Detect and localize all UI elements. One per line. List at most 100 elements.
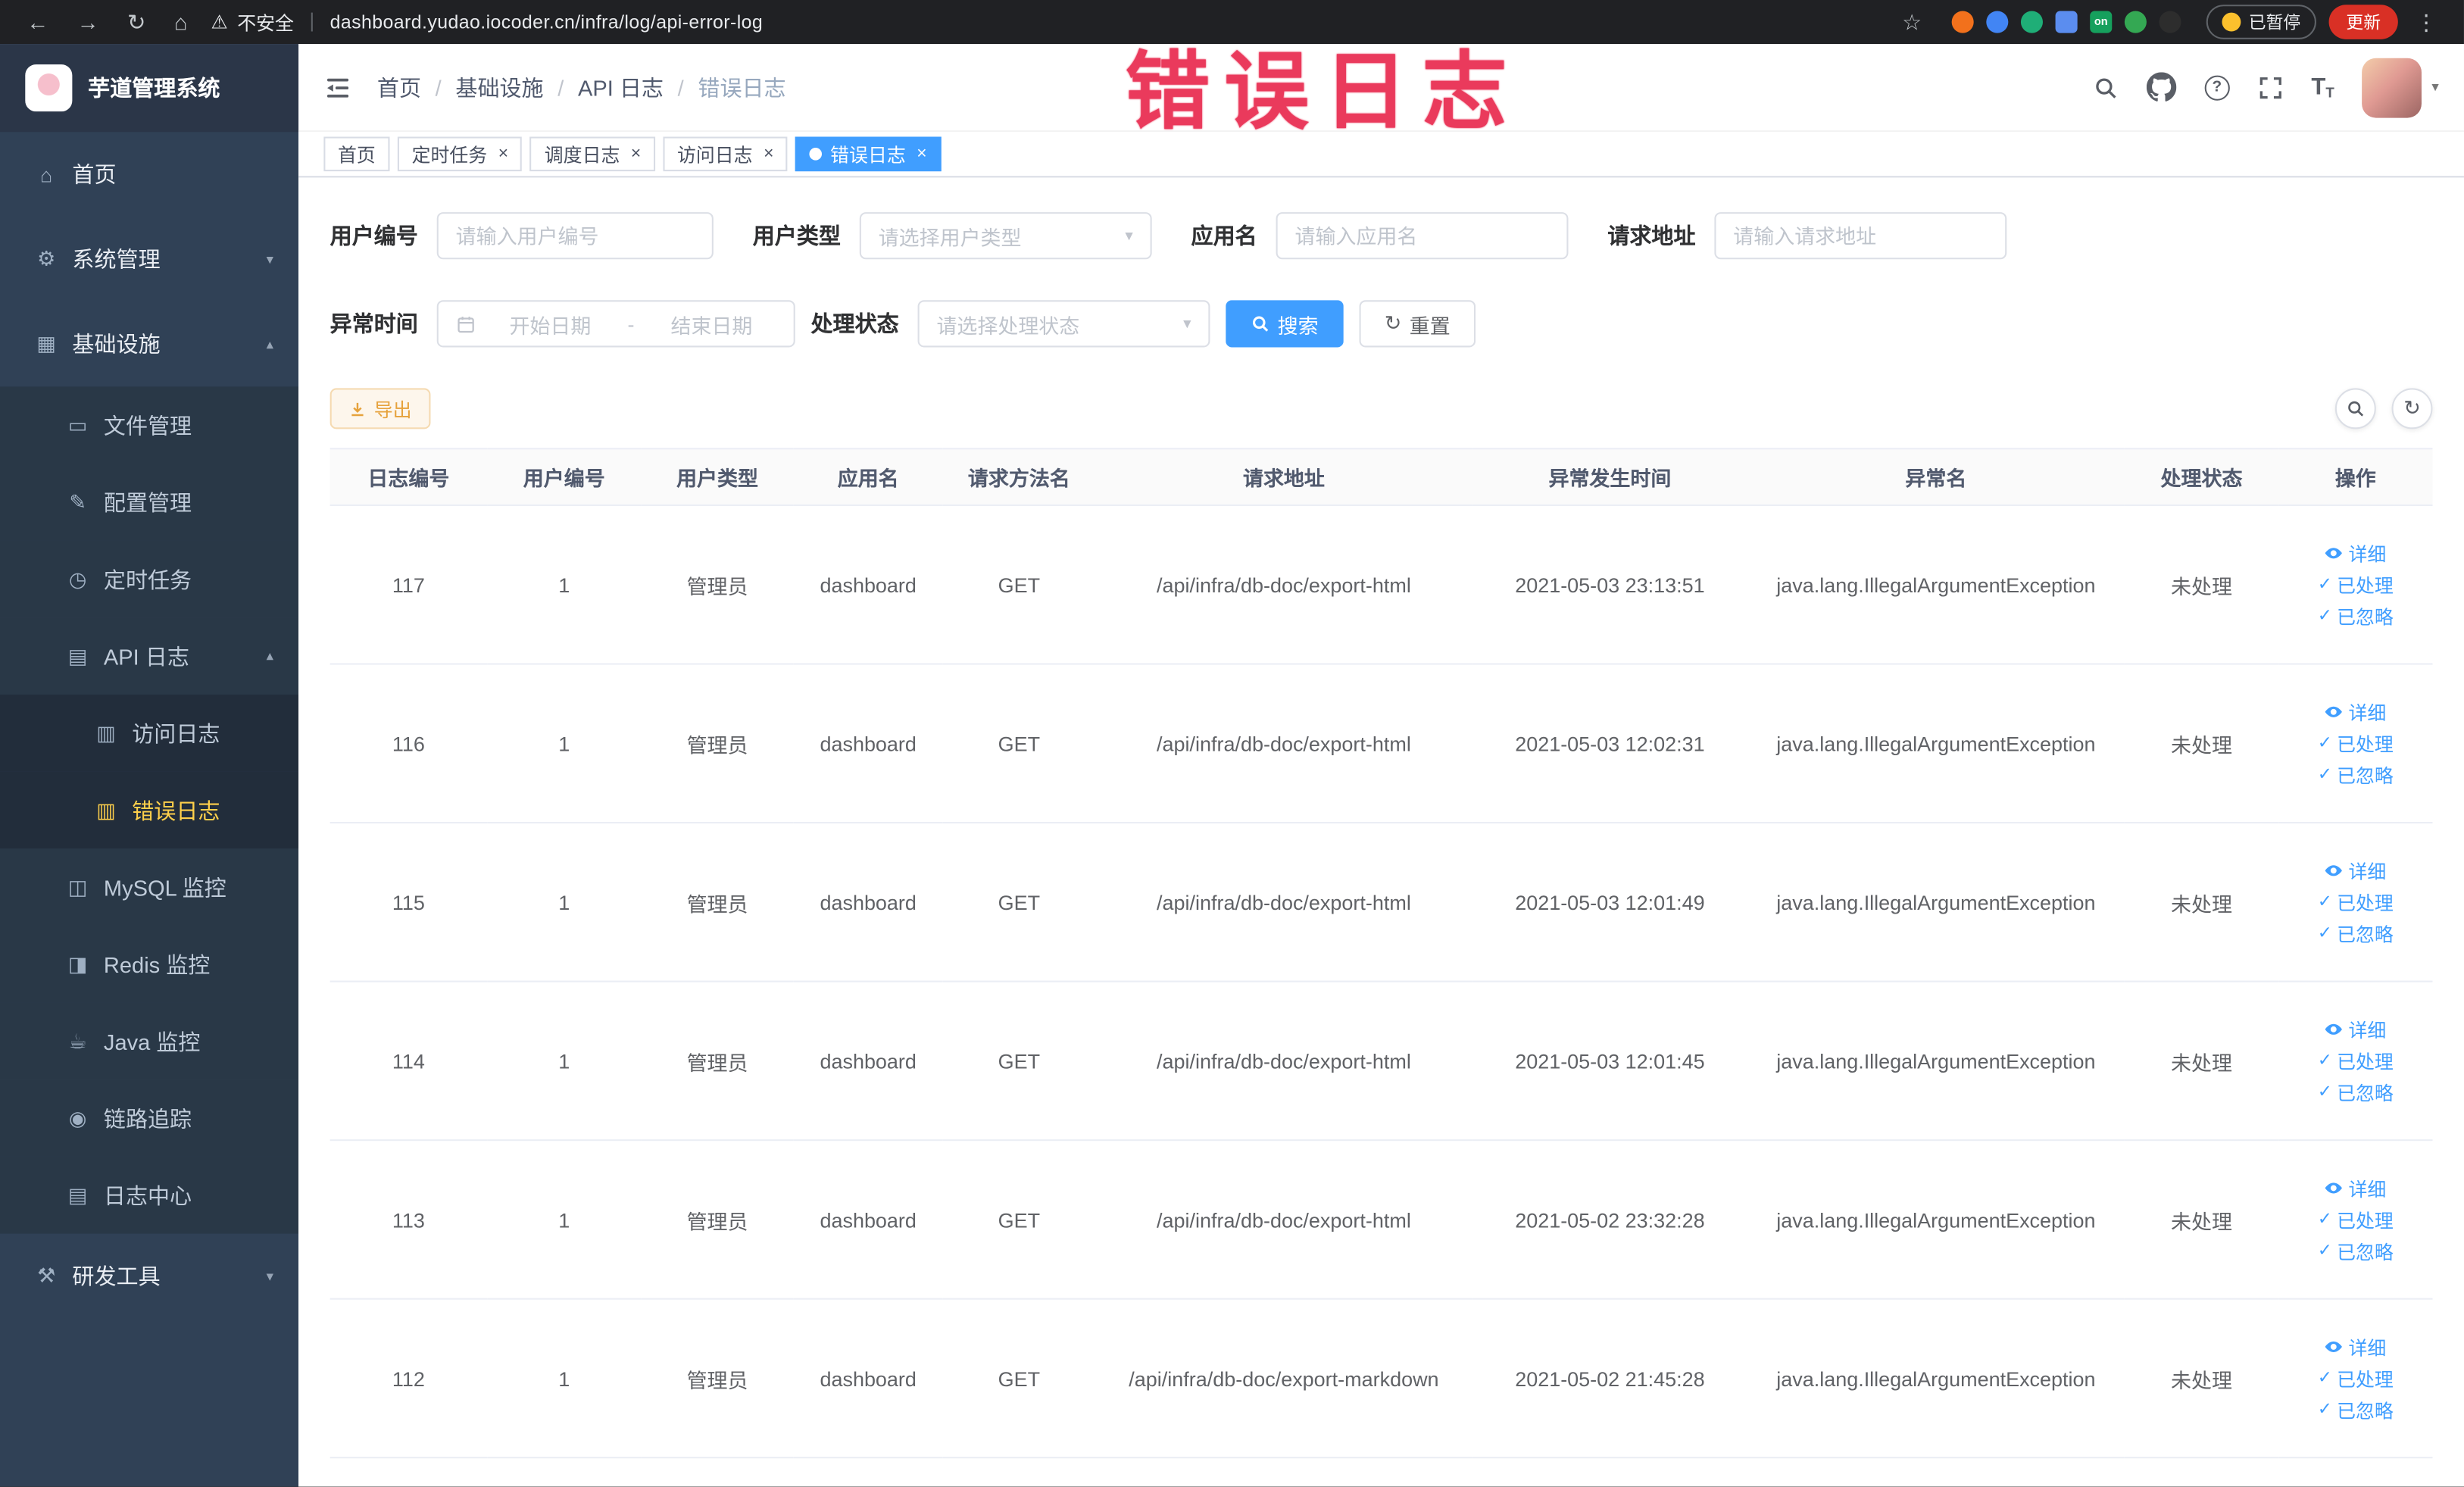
eye-icon — [2325, 1020, 2344, 1039]
sidebar-item-api-log[interactable]: ▤ API 日志 ▴ — [0, 617, 299, 695]
app-name-input[interactable] — [1276, 212, 1569, 260]
exception-time-range-picker[interactable]: 开始日期 - 结束日期 — [436, 300, 795, 348]
cell-status: 未处理 — [2124, 1298, 2279, 1459]
sidebar-item-devtools[interactable]: ⚒ 研发工具 ▾ — [0, 1234, 298, 1319]
user-id-input[interactable] — [436, 212, 714, 260]
breadcrumb-item-home[interactable]: 首页 — [377, 71, 421, 102]
action-ignored[interactable]: ✓ 已忽略 — [2318, 603, 2394, 629]
font-size-icon[interactable]: TT — [2311, 74, 2334, 101]
sidebar-item-job[interactable]: ◷ 定时任务 — [0, 540, 299, 618]
eye-icon — [2325, 861, 2344, 880]
sidebar-item-file[interactable]: ▭ 文件管理 — [0, 386, 299, 464]
redis-icon: ◨ — [67, 951, 88, 976]
search-button[interactable]: 搜索 — [1226, 300, 1344, 348]
action-ignored[interactable]: ✓ 已忽略 — [2318, 1079, 2394, 1105]
user-type-select[interactable]: 请选择用户类型 ▾ — [859, 212, 1152, 260]
sidebar-item-mysql[interactable]: ◫ MySQL 监控 — [0, 848, 299, 926]
extension-blue-grid-icon[interactable] — [2055, 11, 2078, 33]
tab-close-icon[interactable]: × — [631, 145, 641, 164]
reload-icon[interactable]: ↻ — [113, 0, 160, 44]
address-bar[interactable]: ⚠ 不安全 dashboard.yudao.iocoder.cn/infra/l… — [211, 8, 763, 35]
extension-green-on-icon[interactable]: on — [2090, 11, 2113, 33]
action-detail[interactable]: 详细 — [2325, 540, 2386, 567]
tab-close-icon[interactable]: × — [498, 145, 508, 164]
sidebar-toggle-icon[interactable] — [323, 73, 351, 101]
action-detail[interactable]: 详细 — [2325, 1016, 2386, 1042]
action-processed[interactable]: ✓ 已处理 — [2318, 1048, 2394, 1074]
sidebar-item-infrastructure[interactable]: ▦ 基础设施 ▴ — [0, 301, 298, 386]
extension-teal-sync-icon[interactable] — [2020, 11, 2043, 33]
cell-status: 未处理 — [2124, 1140, 2279, 1300]
tab-close-icon[interactable]: × — [764, 145, 773, 164]
browser-home-icon[interactable]: ⌂ — [160, 0, 201, 44]
extension-orange-icon[interactable] — [1951, 11, 1974, 33]
column-header: 处理状态 — [2124, 448, 2279, 507]
avatar-dropdown[interactable]: ▾ — [2363, 57, 2439, 117]
action-detail[interactable]: 详细 — [2325, 858, 2386, 884]
kebab-menu-icon[interactable]: ⋮ — [2401, 0, 2451, 44]
action-processed[interactable]: ✓ 已处理 — [2318, 730, 2394, 757]
sidebar-item-error-log[interactable]: ▥ 错误日志 — [0, 771, 299, 849]
export-button[interactable]: 导出 — [329, 388, 431, 430]
exception-time-field: 异常时间 开始日期 - 结束日期 — [329, 300, 795, 348]
sidebar-item-home[interactable]: ⌂ 首页 — [0, 132, 298, 217]
action-detail[interactable]: 详细 — [2325, 698, 2386, 725]
action-processed[interactable]: ✓ 已处理 — [2318, 571, 2394, 598]
back-icon[interactable]: ← — [13, 0, 63, 44]
help-icon[interactable]: ? — [2204, 74, 2230, 100]
forward-icon[interactable]: → — [63, 0, 113, 44]
action-ignored[interactable]: ✓ 已忽略 — [2318, 761, 2394, 788]
action-processed[interactable]: ✓ 已处理 — [2318, 1206, 2394, 1232]
tab-错误日志[interactable]: 错误日志 × — [795, 136, 942, 172]
action-detail[interactable]: 详细 — [2325, 1175, 2386, 1201]
action-detail[interactable]: 详细 — [2325, 1333, 2386, 1360]
url-text[interactable]: dashboard.yudao.iocoder.cn/infra/log/api… — [330, 11, 764, 33]
extension-blue-drop-icon[interactable] — [1986, 11, 2009, 33]
action-ignored[interactable]: ✓ 已忽略 — [2318, 920, 2394, 947]
github-icon[interactable] — [2146, 72, 2176, 102]
process-status-select[interactable]: 请选择处理状态 ▾ — [917, 300, 1210, 348]
sync-paused-chip[interactable]: 已暂停 — [2206, 5, 2316, 39]
cell-user_type: 管理员 — [641, 505, 794, 665]
action-ignored[interactable]: ✓ 已忽略 — [2318, 1238, 2394, 1264]
security-label[interactable]: 不安全 — [237, 8, 294, 35]
main-area: 首页 / 基础设施 / API 日志 / 错误日志 ? T T ▾ 首页 定时任… — [298, 44, 2464, 1487]
app-name-label: 应用名 — [1191, 223, 1257, 248]
fullscreen-icon[interactable] — [2258, 75, 2283, 100]
extension-green-leaf-icon[interactable] — [2124, 11, 2147, 33]
tab-定时任务[interactable]: 定时任务 × — [397, 136, 523, 172]
extension-dark-paw-icon[interactable] — [2159, 11, 2181, 33]
bookmark-star-icon[interactable]: ☆ — [1888, 0, 1936, 44]
action-processed[interactable]: ✓ 已处理 — [2318, 889, 2394, 915]
sidebar-item-access-log[interactable]: ▥ 访问日志 — [0, 694, 299, 772]
sidebar-item-redis[interactable]: ◨ Redis 监控 — [0, 925, 299, 1003]
sidebar-item-trace[interactable]: ◉ 链路追踪 — [0, 1079, 299, 1157]
tab-调度日志[interactable]: 调度日志 × — [530, 136, 655, 172]
refresh-button[interactable]: ↻ — [2391, 388, 2433, 430]
browser-right-controls: ☆ on 已暂停 更新 ⋮ — [1888, 0, 2452, 44]
sidebar-item-config[interactable]: ✎ 配置管理 — [0, 464, 299, 541]
user-type-label: 用户类型 — [752, 223, 841, 248]
breadcrumb-item-api-log[interactable]: API 日志 — [578, 71, 664, 102]
search-toggle-button[interactable] — [2334, 388, 2376, 430]
sidebar-item-system[interactable]: ⚙ 系统管理 ▾ — [0, 217, 298, 301]
cell-actions: 详细 ✓ 已处理 ✓ 已忽略 — [2278, 1298, 2433, 1459]
action-processed[interactable]: ✓ 已处理 — [2318, 1365, 2394, 1392]
sidebar-item-java[interactable]: ☕ Java 监控 — [0, 1002, 299, 1080]
reset-button[interactable]: ↻ 重置 — [1359, 300, 1476, 348]
exception-time-label: 异常时间 — [329, 311, 418, 336]
app-logo[interactable]: 芋道管理系统 — [0, 44, 299, 133]
tab-首页[interactable]: 首页 — [323, 136, 390, 172]
action-ignored[interactable]: ✓ 已忽略 — [2318, 1396, 2394, 1423]
tab-close-icon[interactable]: × — [917, 145, 926, 164]
request-url-input[interactable] — [1714, 212, 2007, 260]
search-icon[interactable] — [2093, 75, 2118, 100]
chevron-down-icon: ▾ — [266, 1267, 273, 1283]
sidebar-item-log-center[interactable]: ▤ 日志中心 — [0, 1156, 299, 1234]
breadcrumb-item-infrastructure[interactable]: 基础设施 — [455, 71, 543, 102]
cell-user_type: 管理员 — [641, 1298, 794, 1459]
request-url-label: 请求地址 — [1607, 223, 1696, 248]
update-button[interactable]: 更新 — [2328, 5, 2398, 39]
tab-访问日志[interactable]: 访问日志 × — [663, 136, 789, 172]
search-icon — [2346, 399, 2365, 418]
